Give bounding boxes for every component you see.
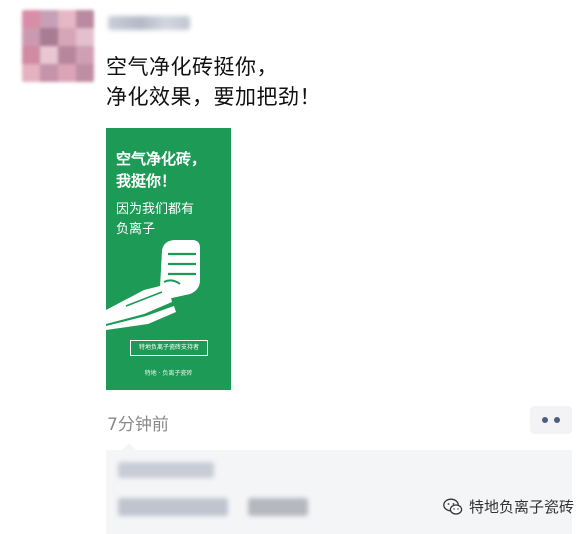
likes-list[interactable] — [118, 462, 214, 478]
more-button[interactable] — [530, 406, 572, 434]
post-text-line: 净化效果，要加把劲！ — [106, 85, 321, 109]
more-dots-icon — [554, 417, 560, 423]
watermark: 特地负离子瓷砖 — [443, 496, 574, 517]
avatar[interactable] — [22, 10, 94, 82]
poster-headline-line: 我挺你！ — [116, 172, 177, 190]
wechat-icon — [443, 498, 463, 515]
more-dots-icon — [542, 417, 548, 423]
poster-subtitle-line: 因为我们都有 — [116, 202, 195, 217]
comment-section — [106, 443, 572, 534]
post-text: 空气净化砖挺你， 净化效果，要加把劲！ — [106, 52, 321, 112]
poster-badge: 特地负离子瓷砖支持者 — [130, 340, 208, 356]
post-text-line: 空气净化砖挺你， — [106, 55, 278, 79]
username[interactable] — [108, 16, 190, 30]
poster-footer: 特地 · 负离子瓷砖 — [144, 370, 193, 377]
watermark-text: 特地负离子瓷砖 — [468, 498, 574, 516]
poster-headline-line: 空气净化砖， — [116, 150, 207, 168]
comment-text — [248, 498, 308, 516]
comment-author[interactable] — [118, 498, 228, 516]
post-timestamp: 7分钟前 — [107, 415, 169, 435]
raised-fist-icon — [106, 240, 200, 330]
post-image[interactable]: 空气净化砖， 我挺你！ 因为我们都有 负离子 特地负离子瓷砖支持者 特地 · 负… — [106, 128, 231, 390]
poster-headline: 空气净化砖， 我挺你！ — [116, 148, 206, 192]
